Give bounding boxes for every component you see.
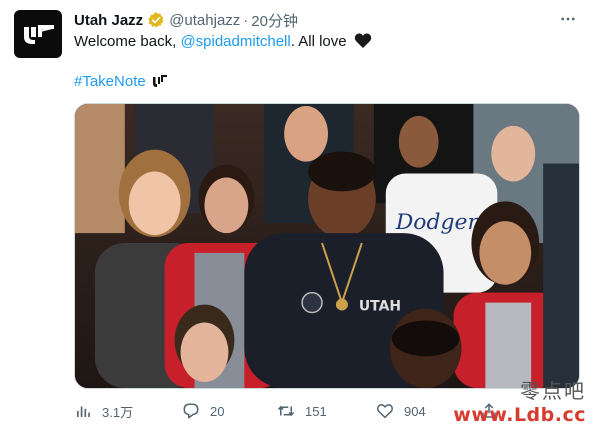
tweet-timestamp[interactable]: 20分钟	[251, 10, 298, 31]
header-separator: ·	[243, 11, 249, 29]
views-count: 3.1万	[102, 404, 134, 420]
photo-crowd-image: Dodgers UTAH	[75, 104, 579, 388]
verified-badge-icon	[148, 12, 164, 28]
tweet-text-part: . All love	[290, 33, 347, 50]
reply-icon	[183, 403, 199, 419]
tweet-text-part: Welcome back,	[74, 33, 181, 50]
reply-count: 20	[210, 403, 225, 419]
retweet-icon	[277, 405, 295, 417]
tweet-text: Welcome back, @spidadmitchell. All love	[74, 32, 372, 52]
like-count: 904	[404, 403, 426, 419]
like-button[interactable]: 904	[376, 402, 426, 420]
author-avatar[interactable]	[14, 10, 62, 58]
like-icon	[377, 404, 393, 419]
utah-jazz-logo-icon	[24, 25, 54, 44]
retweet-count: 151	[305, 403, 327, 419]
svg-text:UTAH: UTAH	[359, 299, 401, 315]
mention-link[interactable]: @spidadmitchell	[180, 33, 290, 50]
tweet-header: Utah Jazz @utahjazz · 20分钟	[74, 10, 554, 30]
hashtag-line: #TakeNote	[74, 72, 167, 92]
author-handle[interactable]: @utahjazz	[169, 12, 240, 29]
views-icon	[77, 406, 90, 417]
black-heart-icon	[354, 33, 371, 48]
views-button[interactable]: 3.1万	[74, 402, 133, 421]
more-options-icon[interactable]	[556, 9, 580, 29]
site-watermark: 零点吧 www.Ldb.cc	[453, 375, 586, 426]
tweet-card[interactable]: Utah Jazz @utahjazz · 20分钟 Welcome back,…	[0, 0, 594, 430]
watermark-chinese: 零点吧	[520, 379, 586, 403]
hashtag-link[interactable]: #TakeNote	[74, 73, 146, 90]
reply-button[interactable]: 20	[182, 402, 224, 420]
watermark-url: www.Ldb.cc	[453, 404, 586, 426]
author-display-name[interactable]: Utah Jazz	[74, 12, 143, 29]
jazz-note-hashflag-icon	[152, 75, 167, 87]
tweet-photo[interactable]: Dodgers UTAH	[74, 103, 580, 389]
retweet-button[interactable]: 151	[277, 402, 327, 420]
